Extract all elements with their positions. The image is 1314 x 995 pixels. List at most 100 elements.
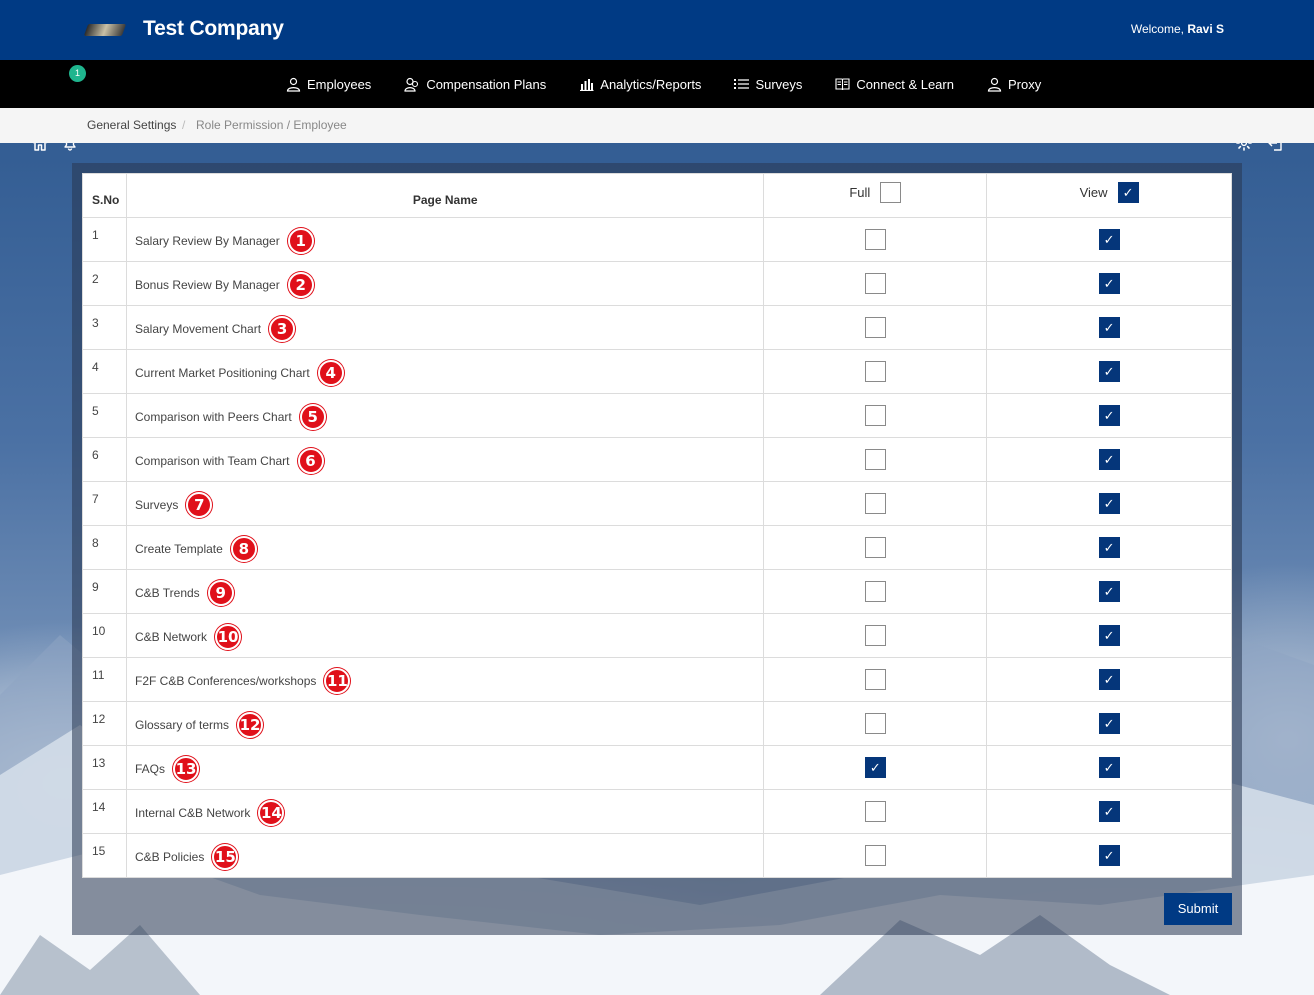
row-page-name: Surveys 7 [125, 481, 765, 526]
table-row: 5 Comparison with Peers Chart 5 ✓ [82, 393, 1232, 438]
submit-button[interactable]: Submit [1164, 893, 1232, 925]
number-marker-badge: 13 [173, 755, 199, 782]
breadcrumb-separator: / [182, 118, 186, 132]
number-marker-badge: 15 [212, 843, 239, 870]
page-name-text: Surveys [134, 497, 179, 512]
full-permission-checkbox[interactable] [864, 669, 886, 690]
number-marker-badge: 1 [287, 227, 314, 254]
page-name-text: C&B Policies [134, 849, 205, 864]
row-page-name: FAQs 13 [125, 745, 765, 790]
row-page-name: Create Template 8 [125, 525, 765, 570]
full-permission-checkbox[interactable] [864, 361, 886, 382]
view-permission-checkbox[interactable]: ✓ [1098, 625, 1120, 646]
view-permission-checkbox[interactable]: ✓ [1098, 713, 1120, 734]
full-permission-checkbox[interactable] [864, 449, 886, 470]
view-permission-checkbox[interactable]: ✓ [1098, 317, 1120, 338]
view-permission-checkbox[interactable]: ✓ [1098, 669, 1120, 690]
header-page-name: Page Name [125, 173, 765, 218]
number-marker-badge: 11 [324, 667, 351, 694]
welcome-prefix: Welcome, [1130, 22, 1184, 36]
view-permission-checkbox[interactable]: ✓ [1098, 801, 1120, 822]
row-page-name: Comparison with Peers Chart 5 [125, 393, 765, 438]
view-permission-checkbox[interactable]: ✓ [1098, 361, 1120, 382]
row-sno: 3 [82, 305, 127, 350]
view-permission-checkbox[interactable]: ✓ [1098, 229, 1120, 250]
nav-employees[interactable]: Employees [286, 77, 371, 92]
row-sno: 5 [82, 393, 127, 438]
row-full-cell [763, 789, 988, 834]
full-permission-checkbox[interactable] [864, 493, 886, 514]
full-permission-checkbox[interactable] [864, 405, 886, 426]
view-permission-checkbox[interactable]: ✓ [1098, 757, 1120, 778]
view-permission-checkbox[interactable]: ✓ [1098, 449, 1120, 470]
breadcrumb-general-settings[interactable]: General Settings [87, 118, 176, 132]
nav-analytics-reports-label: Analytics/Reports [600, 76, 702, 92]
header-full-label: Full [849, 185, 871, 200]
number-marker-badge: 6 [297, 447, 324, 474]
nav-proxy[interactable]: Proxy [987, 77, 1041, 92]
full-permission-checkbox[interactable] [864, 537, 886, 558]
page-name-text: Comparison with Team Chart [134, 453, 290, 468]
view-permission-checkbox[interactable]: ✓ [1098, 405, 1120, 426]
user-icon [987, 77, 1002, 92]
row-full-cell [763, 657, 988, 702]
page-name-text: FAQs [134, 761, 165, 776]
row-view-cell: ✓ [986, 393, 1232, 438]
number-marker-badge: 4 [317, 359, 344, 386]
number-marker-badge: 9 [207, 579, 234, 606]
row-full-cell [763, 305, 988, 350]
page-name-text: C&B Trends [134, 585, 200, 600]
welcome-text: Welcome, Ravi S [1131, 22, 1224, 36]
nav-employees-label: Employees [307, 76, 372, 92]
nav-menu: Employees Compensation Plans Analytics/R… [286, 60, 1074, 108]
row-view-cell: ✓ [986, 305, 1232, 350]
company-logo[interactable] [83, 24, 127, 36]
table-row: 11 F2F C&B Conferences/workshops 11 ✓ [82, 657, 1232, 702]
row-page-name: Current Market Positioning Chart 4 [125, 349, 765, 394]
table-row: 3 Salary Movement Chart 3 ✓ [82, 305, 1232, 350]
row-sno: 8 [82, 525, 127, 570]
row-view-cell: ✓ [986, 217, 1232, 262]
full-permission-checkbox[interactable] [864, 845, 886, 866]
nav-compensation-plans[interactable]: Compensation Plans [404, 77, 546, 92]
full-permission-checkbox[interactable] [864, 801, 886, 822]
row-full-cell [763, 525, 988, 570]
page-name-text: F2F C&B Conferences/workshops [134, 673, 317, 688]
number-marker-badge: 10 [215, 623, 242, 650]
row-view-cell: ✓ [986, 261, 1232, 306]
view-permission-checkbox[interactable]: ✓ [1098, 493, 1120, 514]
page-name-text: Create Template [134, 541, 223, 556]
table-row: 9 C&B Trends 9 ✓ [82, 569, 1232, 614]
page-name-text: Current Market Positioning Chart [134, 365, 310, 380]
select-all-view-checkbox[interactable]: ✓ [1117, 182, 1139, 203]
full-permission-checkbox[interactable] [864, 317, 886, 338]
row-view-cell: ✓ [986, 481, 1232, 526]
view-permission-checkbox[interactable]: ✓ [1098, 273, 1120, 294]
table-row: 13 FAQs 13 ✓ ✓ [82, 745, 1232, 790]
full-permission-checkbox[interactable] [864, 713, 886, 734]
number-marker-badge: 3 [269, 315, 296, 342]
view-permission-checkbox[interactable]: ✓ [1098, 845, 1120, 866]
row-sno: 15 [82, 833, 127, 878]
row-view-cell: ✓ [986, 569, 1232, 614]
view-permission-checkbox[interactable]: ✓ [1098, 537, 1120, 558]
nav-surveys[interactable]: Surveys [734, 77, 802, 92]
number-marker-badge: 8 [230, 535, 257, 562]
full-permission-checkbox[interactable] [864, 625, 886, 646]
nav-analytics-reports[interactable]: Analytics/Reports [579, 77, 701, 92]
view-permission-checkbox[interactable]: ✓ [1098, 581, 1120, 602]
row-full-cell [763, 349, 988, 394]
full-permission-checkbox[interactable] [864, 581, 886, 602]
number-marker-badge: 14 [258, 799, 285, 826]
select-all-full-checkbox[interactable] [880, 182, 902, 203]
full-permission-checkbox[interactable] [864, 229, 886, 250]
nav-surveys-label: Surveys [755, 76, 803, 92]
header-sno: S.No [82, 173, 127, 218]
full-permission-checkbox[interactable]: ✓ [864, 757, 886, 778]
row-view-cell: ✓ [986, 613, 1232, 658]
permission-table: S.No Page Name Full View ✓ 1 Salary Revie… [82, 173, 1232, 878]
full-permission-checkbox[interactable] [864, 273, 886, 294]
table-row: 10 C&B Network 10 ✓ [82, 613, 1232, 658]
user-name[interactable]: Ravi S [1187, 22, 1224, 36]
nav-connect-learn[interactable]: Connect & Learn [835, 77, 954, 92]
